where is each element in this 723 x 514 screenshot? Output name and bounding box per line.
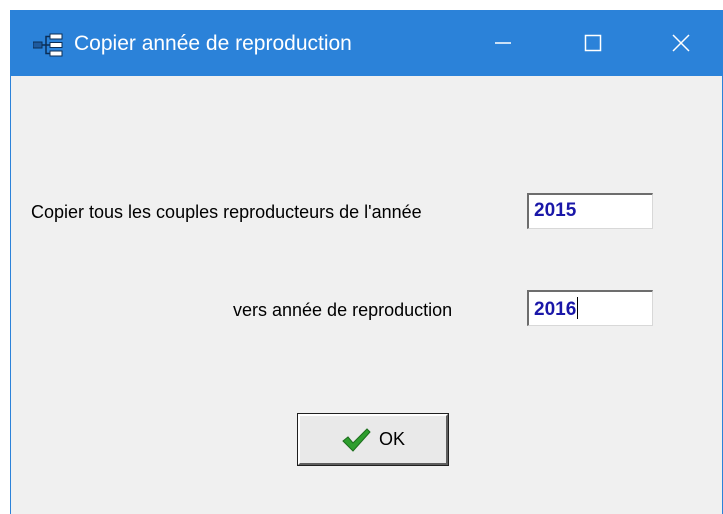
maximize-icon (584, 34, 602, 52)
checkmark-icon (342, 427, 371, 452)
title-bar[interactable]: Copier année de reproduction (11, 10, 722, 76)
close-button[interactable] (646, 10, 716, 76)
minimize-icon (495, 42, 511, 44)
source-year-label: Copier tous les couples reproducteurs de… (31, 202, 422, 222)
source-year-value: 2015 (534, 200, 577, 221)
minimize-button[interactable] (468, 10, 538, 76)
maximize-button[interactable] (558, 10, 628, 76)
close-icon (672, 34, 690, 52)
ok-button[interactable]: OK (297, 413, 449, 466)
target-year-label: vers année de reproduction (233, 300, 453, 320)
dialog-window: Copier année de reproduction Copier tous… (10, 10, 723, 514)
window-title: Copier année de reproduction (74, 32, 352, 55)
text-caret (577, 297, 579, 319)
app-tree-icon (33, 33, 63, 57)
target-year-input[interactable]: 2016 (527, 290, 653, 326)
source-year-input[interactable]: 2015 (527, 193, 653, 229)
ok-button-label: OK (378, 429, 405, 449)
target-year-value: 2016 (534, 299, 577, 320)
